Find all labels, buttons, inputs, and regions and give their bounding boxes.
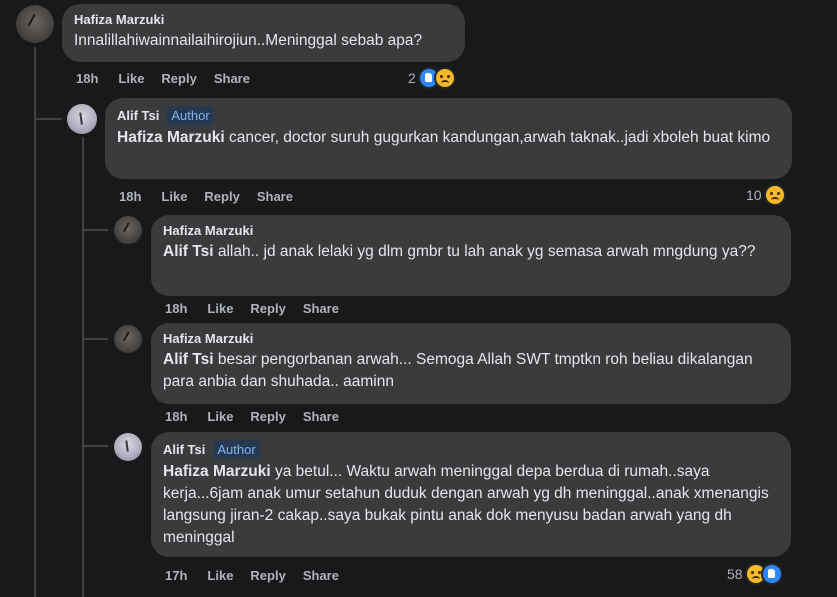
reply-button[interactable]: Reply: [161, 71, 196, 86]
share-button[interactable]: Share: [257, 189, 293, 204]
thread-line-reply: [82, 137, 84, 597]
reaction-count: 2: [408, 70, 416, 86]
thread-line-root: [34, 47, 36, 597]
comment-bubble: Hafiza Marzuki Alif Tsi besar pengorbana…: [151, 323, 791, 404]
mention-link[interactable]: Hafiza Marzuki: [163, 463, 271, 480]
comment-time[interactable]: 18h: [165, 301, 187, 316]
comment-actions: 18h Like Reply Share: [165, 409, 356, 424]
reaction-count: 58: [727, 566, 743, 582]
avatar[interactable]: [114, 325, 142, 353]
share-button[interactable]: Share: [303, 301, 339, 316]
avatar[interactable]: [114, 433, 142, 461]
comment-actions: 18h Like Reply Share: [165, 301, 356, 316]
avatar[interactable]: [114, 216, 142, 244]
comment-bubble: Hafiza Marzuki Innalillahiwainnailaihiro…: [62, 4, 465, 62]
like-icon: [760, 563, 783, 585]
thread-branch-2: [82, 229, 108, 231]
comment-author[interactable]: Alif Tsi: [117, 108, 159, 124]
avatar[interactable]: [67, 104, 97, 134]
sad-icon: [433, 67, 456, 89]
like-button[interactable]: Like: [207, 568, 233, 583]
share-button[interactable]: Share: [303, 568, 339, 583]
like-button[interactable]: Like: [207, 301, 233, 316]
comment-text: Alif Tsi allah.. jd anak lelaki yg dlm g…: [163, 243, 756, 260]
sad-icon: [763, 184, 786, 206]
comment-bubble: Alif Tsi Author Hafiza Marzuki cancer, d…: [105, 98, 792, 179]
mention-link[interactable]: Alif Tsi: [163, 351, 214, 368]
reply-button[interactable]: Reply: [250, 568, 285, 583]
comment-actions: 18h Like Reply Share: [76, 71, 267, 86]
mention-link[interactable]: Hafiza Marzuki: [117, 129, 225, 146]
comment-text: Hafiza Marzuki cancer, doctor suruh gugu…: [117, 129, 771, 146]
like-button[interactable]: Like: [161, 189, 187, 204]
reaction-summary[interactable]: 10: [746, 184, 786, 206]
comment-author[interactable]: Hafiza Marzuki: [74, 12, 164, 28]
reply-button[interactable]: Reply: [204, 189, 239, 204]
reaction-count: 10: [746, 187, 762, 203]
author-badge: Author: [167, 106, 214, 125]
thread-branch-4: [82, 445, 108, 447]
avatar[interactable]: [16, 5, 54, 43]
comment-bubble: Alif Tsi Author Hafiza Marzuki ya betul.…: [151, 432, 791, 557]
reaction-summary[interactable]: 58: [727, 563, 783, 585]
comment-author[interactable]: Hafiza Marzuki: [163, 331, 253, 347]
comment-time[interactable]: 17h: [165, 568, 187, 583]
author-badge: Author: [213, 440, 260, 459]
comment-author[interactable]: Hafiza Marzuki: [163, 223, 253, 239]
reaction-summary[interactable]: 2: [408, 67, 456, 89]
like-button[interactable]: Like: [118, 71, 144, 86]
comment-author[interactable]: Alif Tsi: [163, 442, 205, 458]
share-button[interactable]: Share: [214, 71, 250, 86]
thread-branch-1: [34, 118, 62, 120]
comment-time[interactable]: 18h: [76, 71, 98, 86]
comment-text: Hafiza Marzuki ya betul... Waktu arwah m…: [163, 463, 769, 546]
comment-text: Alif Tsi besar pengorbanan arwah... Semo…: [163, 351, 753, 390]
comment-actions: 18h Like Reply Share: [119, 189, 310, 204]
like-button[interactable]: Like: [207, 409, 233, 424]
comment-actions: 17h Like Reply Share: [165, 568, 356, 583]
mention-link[interactable]: Alif Tsi: [163, 243, 214, 260]
reply-button[interactable]: Reply: [250, 301, 285, 316]
thread-branch-3: [82, 338, 108, 340]
share-button[interactable]: Share: [303, 409, 339, 424]
reply-button[interactable]: Reply: [250, 409, 285, 424]
comment-time[interactable]: 18h: [119, 189, 141, 204]
comment-time[interactable]: 18h: [165, 409, 187, 424]
comment-text: Innalillahiwainnailaihirojiun..Meninggal…: [74, 32, 423, 49]
comment-bubble: Hafiza Marzuki Alif Tsi allah.. jd anak …: [151, 215, 791, 296]
